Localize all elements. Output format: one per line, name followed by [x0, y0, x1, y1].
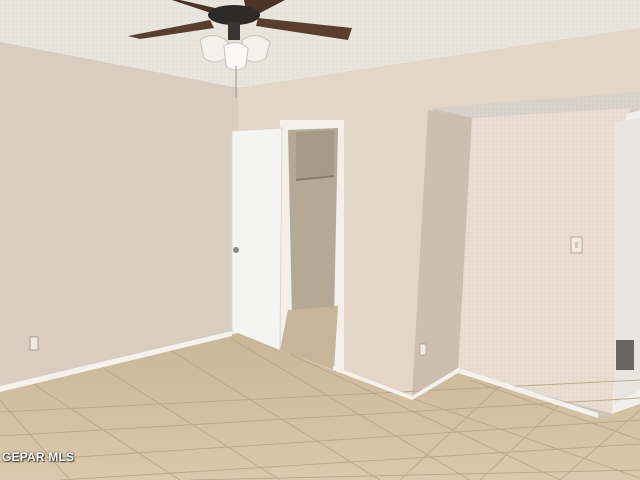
closet-door — [231, 127, 283, 351]
room-photo: GEPAR MLS — [0, 0, 640, 480]
door-knob — [233, 247, 239, 253]
room-illustration — [0, 0, 640, 480]
mls-watermark: GEPAR MLS — [2, 450, 75, 464]
wall-outlet — [29, 336, 39, 351]
